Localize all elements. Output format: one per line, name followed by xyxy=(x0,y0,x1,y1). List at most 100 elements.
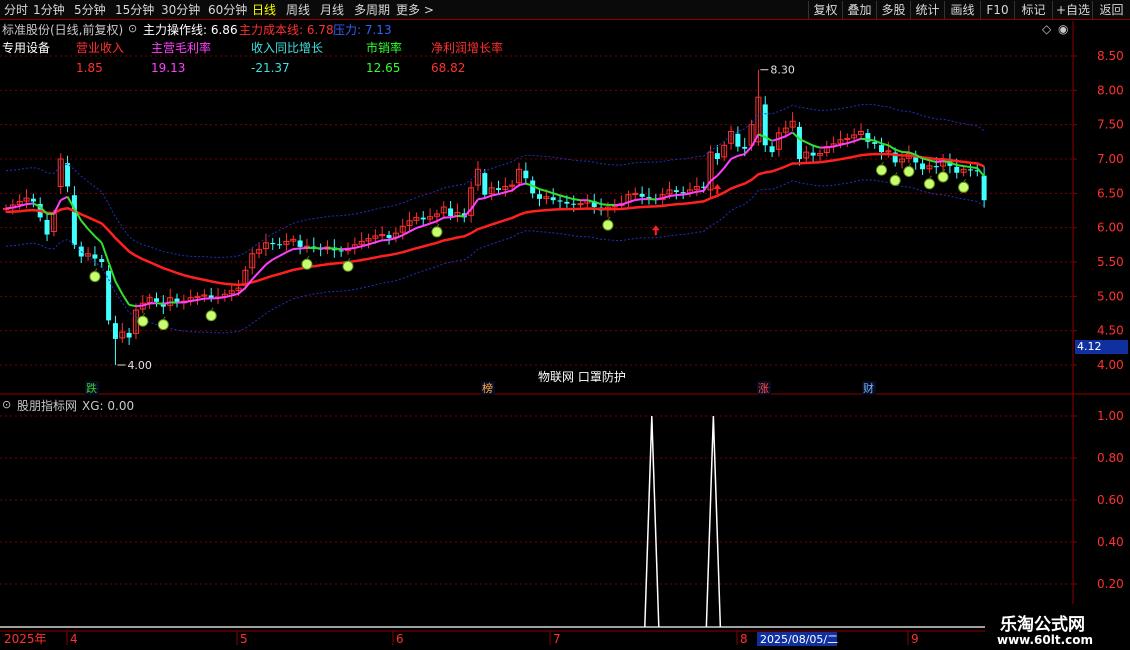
apple-icon xyxy=(937,171,949,183)
price-tick-label: 7.50 xyxy=(1097,118,1124,132)
apple-stem xyxy=(94,268,98,272)
month-label: 9 xyxy=(911,632,919,646)
sub-tick-label: 1.00 xyxy=(1097,409,1124,423)
candle-body xyxy=(981,175,987,201)
subpanel-dropdown-icon[interactable]: ⊙ xyxy=(2,398,11,412)
operate-line-segment xyxy=(258,263,267,273)
operate-line-segment xyxy=(539,188,547,193)
operate-line-segment xyxy=(197,297,205,301)
operate-line-segment xyxy=(416,224,424,229)
apple-icon xyxy=(889,174,901,186)
operate-line-segment xyxy=(628,199,636,204)
candle-body xyxy=(153,298,159,302)
operate-line-segment xyxy=(963,165,971,169)
operate-line-segment xyxy=(702,180,712,192)
price-tick-label: 5.50 xyxy=(1097,255,1124,269)
apple-icon xyxy=(137,315,149,327)
candle-body xyxy=(714,153,720,159)
operate-line-segment xyxy=(730,154,739,160)
operate-line-segment xyxy=(477,197,485,201)
operate-line-segment xyxy=(121,293,130,306)
candle-body xyxy=(680,192,686,194)
operate-line-segment xyxy=(5,206,13,210)
operate-line-segment xyxy=(669,194,677,198)
candle-body xyxy=(448,208,454,216)
operate-line-segment xyxy=(251,271,260,280)
operate-line-segment xyxy=(286,248,294,254)
current-price-tag: 4.12 xyxy=(1075,340,1128,354)
operate-line-segment xyxy=(190,298,198,303)
candle-body xyxy=(338,250,344,252)
operate-line-segment xyxy=(518,182,527,187)
operate-line-segment xyxy=(737,153,745,157)
operate-line-segment xyxy=(936,160,944,164)
operate-line-segment xyxy=(942,160,951,164)
candle-body xyxy=(810,152,816,156)
apple-icon xyxy=(958,181,970,193)
sub-tick-label: 0.40 xyxy=(1097,535,1124,549)
cursor-date-label: 2025/08/05/二 xyxy=(760,633,838,646)
candle-body xyxy=(879,145,885,153)
operate-line-segment xyxy=(224,294,232,299)
operate-line-segment xyxy=(682,192,691,196)
operate-line-segment xyxy=(347,246,355,250)
apple-stem xyxy=(436,223,440,228)
operate-line-segment xyxy=(279,251,287,257)
kline-chart[interactable]: 8.50 8.00 7.50 7.00 6.50 6.00 5.50 5.00 4.50 4.00… xyxy=(0,0,1130,650)
operate-line-segment xyxy=(805,141,814,147)
month-label: 8 xyxy=(740,632,748,646)
operate-line-segment xyxy=(422,222,431,227)
candle-body xyxy=(537,194,543,199)
apple-stem xyxy=(210,307,214,311)
candle-body xyxy=(796,126,802,159)
price-tick-label: 5.00 xyxy=(1097,289,1124,303)
apple-icon xyxy=(602,219,614,231)
candle-body xyxy=(557,200,563,202)
candle-body xyxy=(297,240,303,247)
operate-line-segment xyxy=(785,131,794,138)
apple-icon xyxy=(876,164,888,176)
operate-line-segment xyxy=(826,145,834,149)
watermark-title: 乐淘公式网 xyxy=(1000,615,1085,635)
operate-line-segment xyxy=(409,227,417,233)
operate-line-segment xyxy=(635,198,643,201)
candle-body xyxy=(71,195,77,245)
candle-body xyxy=(735,133,741,147)
operate-line-segment xyxy=(128,303,137,308)
apple-icon xyxy=(205,310,217,322)
apple-icon xyxy=(431,226,443,238)
month-label: 5 xyxy=(240,632,248,646)
candle-body xyxy=(386,235,392,238)
operate-line-segment xyxy=(812,144,821,149)
candle-body xyxy=(673,190,679,192)
operate-line-segment xyxy=(600,203,609,206)
operate-line-segment xyxy=(546,190,554,195)
apple-stem xyxy=(607,216,611,221)
operate-line-segment xyxy=(429,220,438,225)
lower-band-line xyxy=(5,179,985,334)
operate-line-segment xyxy=(498,191,506,196)
event-tag-label: 财 xyxy=(863,381,874,395)
buy-arrow-icon xyxy=(651,225,660,236)
apple-stem xyxy=(963,179,967,183)
candle-body xyxy=(571,203,577,205)
apple-icon xyxy=(89,271,101,283)
operate-line-segment xyxy=(334,247,342,251)
operate-line-segment xyxy=(552,192,561,197)
subpanel-title: 股朋指标网 xyxy=(17,399,78,413)
candle-body xyxy=(564,201,570,204)
operate-line-segment xyxy=(470,198,479,210)
operate-line-segment xyxy=(970,166,978,170)
candle-body xyxy=(482,173,488,195)
candle-body xyxy=(92,254,98,259)
operate-line-segment xyxy=(382,238,390,242)
candle-body xyxy=(495,188,501,190)
operate-line-segment xyxy=(388,237,397,241)
candle-body xyxy=(967,169,973,171)
operate-line-segment xyxy=(395,234,404,240)
watermark-url: www.60lt.com xyxy=(997,633,1094,647)
operate-line-segment xyxy=(853,137,862,143)
operate-line-segment xyxy=(956,164,964,168)
event-tag-label: 跌 xyxy=(86,381,97,395)
apple-icon xyxy=(903,166,915,178)
